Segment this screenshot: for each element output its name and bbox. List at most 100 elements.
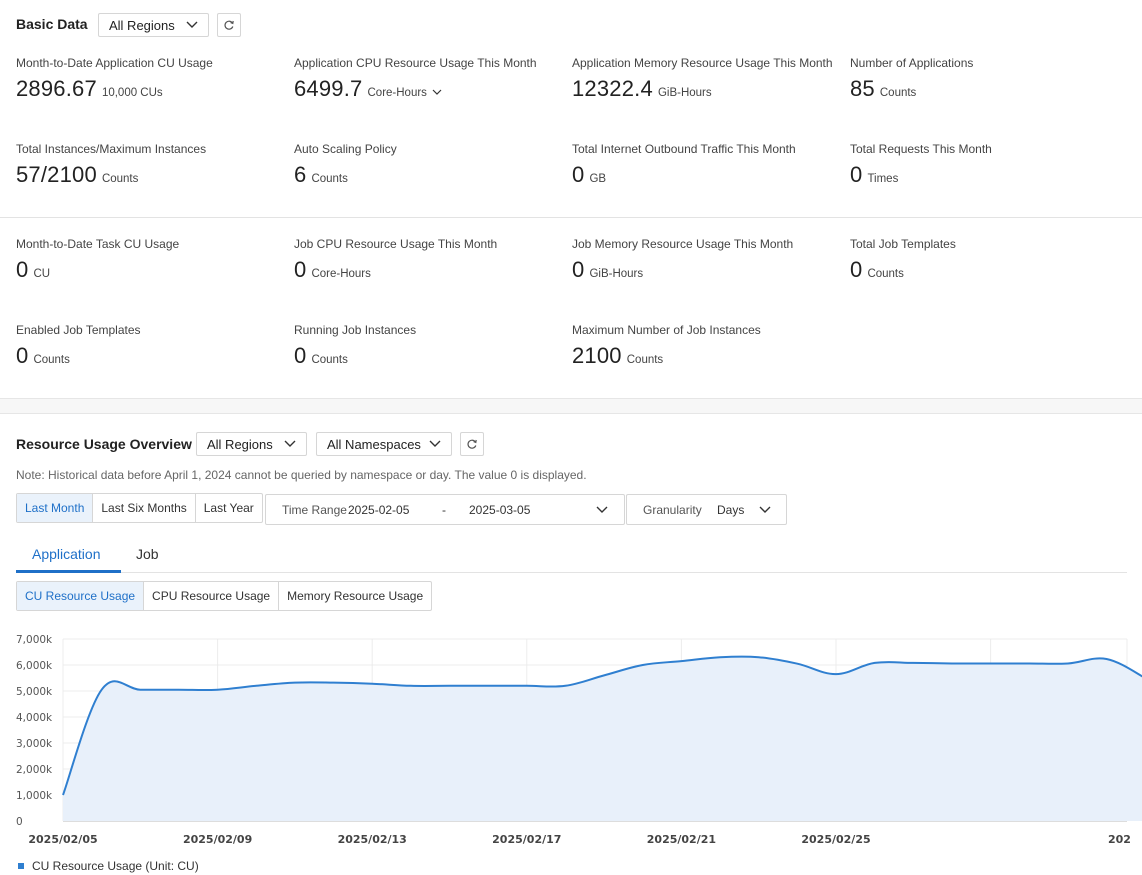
x-tick-label: 2025/02/13 xyxy=(338,833,407,846)
metric-memory-usage-button[interactable]: Memory Resource Usage xyxy=(279,582,431,610)
metric-label: Month-to-Date Application CU Usage xyxy=(16,56,213,70)
tab-application[interactable]: Application xyxy=(32,546,101,562)
metric-unit: Counts xyxy=(101,173,139,185)
tab-job[interactable]: Job xyxy=(136,546,159,562)
active-tab-indicator xyxy=(16,570,121,573)
metric-unit: Times xyxy=(867,173,899,185)
date-separator: - xyxy=(442,503,446,517)
metric-unit: GB xyxy=(589,173,607,185)
granularity-label: Granularity xyxy=(643,503,702,517)
overview-region-select[interactable]: All Regions xyxy=(196,432,307,456)
metric-label: Month-to-Date Task CU Usage xyxy=(16,237,180,251)
x-tick-label: 2025/02/17 xyxy=(492,833,561,846)
chevron-down-icon xyxy=(429,440,441,447)
metric-label: Auto Scaling Policy xyxy=(294,142,397,156)
metric-unit: 10,000 CUs xyxy=(101,87,163,99)
metric-number: 0 xyxy=(572,162,585,187)
metric-value: 6499.7 Core-Hours xyxy=(294,76,442,102)
metric-number: 0 xyxy=(850,257,863,282)
y-tick-label: 1,000k xyxy=(16,790,53,802)
metric-label: Job Memory Resource Usage This Month xyxy=(572,237,794,251)
x-tick-label: 2025/02/09 xyxy=(183,833,252,846)
metric-value: 0 CU xyxy=(16,257,50,283)
y-tick-label: 5,000k xyxy=(16,686,53,698)
metric-number: 12322.4 xyxy=(572,76,653,101)
metric-unit: Core-Hours xyxy=(367,87,427,99)
metric-value: 0 Counts xyxy=(850,257,904,283)
metric-unit: Counts xyxy=(867,268,904,280)
y-tick-label: 3,000k xyxy=(16,738,53,750)
metric-number: 0 xyxy=(572,257,585,282)
metric-value: 0 Counts xyxy=(16,343,70,369)
metric-value: 85 Counts xyxy=(850,76,916,102)
metric-label: Total Instances/Maximum Instances xyxy=(16,142,207,156)
metric-label: Job CPU Resource Usage This Month xyxy=(294,237,498,251)
metric-number: 0 xyxy=(16,257,29,282)
overview-refresh-button[interactable] xyxy=(460,432,484,456)
metric-unit: Counts xyxy=(626,354,664,366)
metric-unit: Core-Hours xyxy=(311,268,371,280)
x-tick-label: 2025/02/05 xyxy=(28,833,97,846)
metric-unit: GiB-Hours xyxy=(589,268,644,280)
metric-value: 0 Counts xyxy=(294,343,348,369)
metric-number: 6499.7 xyxy=(294,76,363,101)
basic-region-select-label: All Regions xyxy=(109,17,175,33)
time-range-label: Time Range xyxy=(282,503,347,517)
metric-number: 85 xyxy=(850,76,875,101)
end-date-input[interactable]: 2025-03-05 xyxy=(469,503,530,517)
y-tick-label: 7,000k xyxy=(16,634,53,646)
metric-cpu-usage-button[interactable]: CPU Resource Usage xyxy=(144,582,280,610)
overview-region-select-label: All Regions xyxy=(207,436,273,452)
time-range-picker[interactable]: Time Range 2025-02-05 - 2025-03-05 xyxy=(265,494,625,525)
metric-unit: Counts xyxy=(33,354,70,366)
chevron-down-icon xyxy=(284,440,296,447)
basic-region-select[interactable]: All Regions xyxy=(98,13,209,37)
refresh-icon xyxy=(224,20,234,30)
range-last-year-button[interactable]: Last Year xyxy=(196,494,262,522)
x-tick-label: 2025/02/25 xyxy=(801,833,870,846)
metric-value: 0 GB xyxy=(572,162,606,188)
metric-number: 6 xyxy=(294,162,307,187)
metric-label: Maximum Number of Job Instances xyxy=(572,323,761,337)
cu-usage-chart: 0 1,000k 2,000k 3,000k 4,000k 5,000k 6,000k 7,0… xyxy=(16,634,1142,873)
metric-unit: Counts xyxy=(879,87,917,99)
x-tick-label: 202 xyxy=(1108,833,1131,846)
legend-label: CU Resource Usage (Unit: CU) xyxy=(32,859,199,873)
range-button-group: Last Month Last Six Months Last Year xyxy=(16,493,263,523)
metric-number: 0 xyxy=(294,343,307,368)
range-last-six-months-button[interactable]: Last Six Months xyxy=(93,494,196,522)
metric-unit: Counts xyxy=(311,173,348,185)
overview-title: Resource Usage Overview xyxy=(16,436,192,452)
metric-number: 0 xyxy=(16,343,29,368)
metric-unit: GiB-Hours xyxy=(657,87,712,99)
metric-label: Total Requests This Month xyxy=(850,142,992,156)
range-last-month-button[interactable]: Last Month xyxy=(17,494,94,522)
series-area xyxy=(63,656,1142,821)
metric-value: 12322.4 GiB-Hours xyxy=(572,76,712,102)
metric-label: Application CPU Resource Usage This Mont… xyxy=(294,56,537,70)
basic-data-title: Basic Data xyxy=(16,16,88,32)
metric-cu-usage-button[interactable]: CU Resource Usage xyxy=(17,582,145,610)
chevron-down-icon xyxy=(596,506,608,513)
namespace-select-label: All Namespaces xyxy=(327,436,421,452)
tabs-underline xyxy=(16,572,1127,573)
metric-unit: Counts xyxy=(311,354,348,366)
metric-number: 57/2100 xyxy=(16,162,97,187)
basic-refresh-button[interactable] xyxy=(217,13,241,37)
granularity-select[interactable]: Granularity Days xyxy=(626,494,787,525)
namespace-select[interactable]: All Namespaces xyxy=(316,432,452,456)
metric-label: Enabled Job Templates xyxy=(16,323,141,337)
chevron-down-icon[interactable] xyxy=(432,88,442,96)
granularity-value: Days xyxy=(717,503,745,517)
metric-label: Application Memory Resource Usage This M… xyxy=(572,56,833,70)
metric-label: Running Job Instances xyxy=(294,323,417,337)
metric-number: 2896.67 xyxy=(16,76,97,101)
legend-swatch xyxy=(18,863,24,869)
start-date-input[interactable]: 2025-02-05 xyxy=(348,503,409,517)
metric-value: 0 Times xyxy=(850,162,898,188)
y-tick-label: 4,000k xyxy=(16,712,53,724)
metric-value: 6 Counts xyxy=(294,162,348,188)
metric-number: 2100 xyxy=(572,343,622,368)
y-tick-label: 2,000k xyxy=(16,764,53,776)
metric-value: 0 GiB-Hours xyxy=(572,257,643,283)
